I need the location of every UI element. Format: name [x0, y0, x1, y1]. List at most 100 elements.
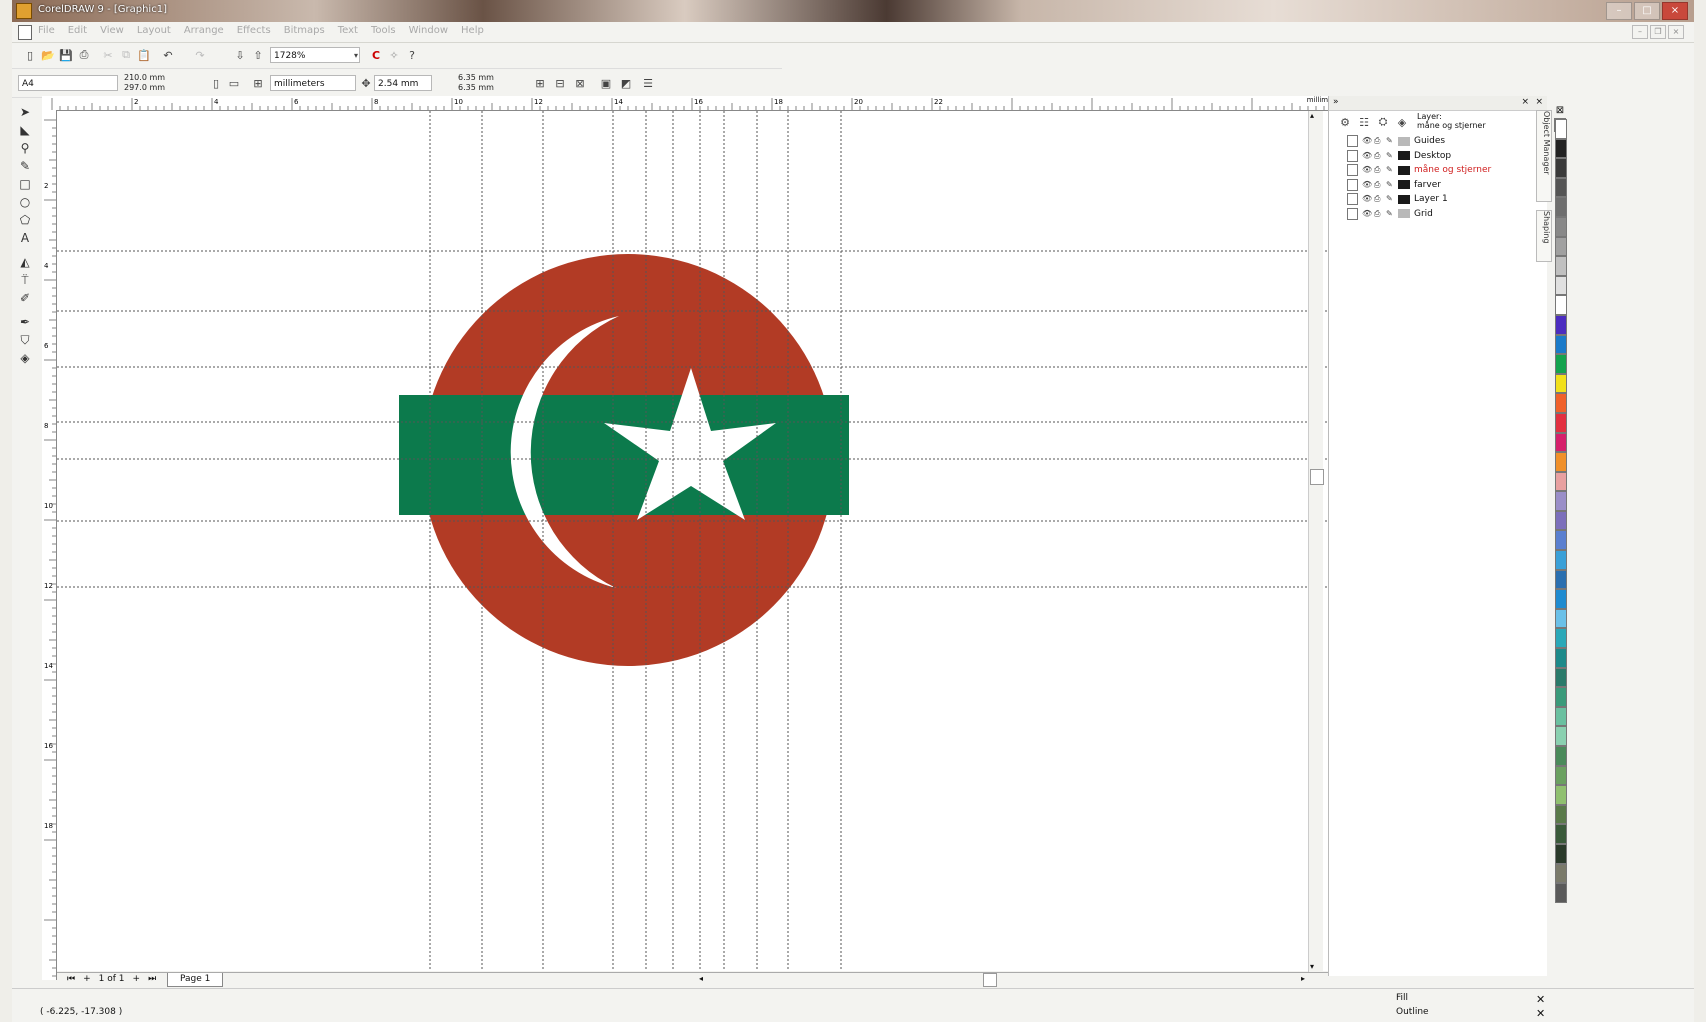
color-swatch[interactable] — [1555, 706, 1567, 727]
color-swatch[interactable] — [1555, 530, 1567, 551]
docker-expand-icon[interactable]: » — [1333, 97, 1339, 107]
color-swatch[interactable] — [1555, 687, 1567, 707]
color-swatch[interactable] — [1555, 119, 1567, 139]
tab-shaping[interactable]: Shaping — [1536, 210, 1552, 262]
menu-layout[interactable]: Layout — [137, 25, 171, 36]
nudge-offset-field[interactable]: 2.54 mm — [374, 75, 432, 91]
layer-manager-view-icon[interactable]: ◈ — [1394, 114, 1410, 130]
color-swatch[interactable] — [1555, 412, 1567, 433]
edit-across-layers-icon[interactable]: ⛭ — [1375, 114, 1391, 130]
horizontal-ruler[interactable]: 2 4 6 8 10 12 14 16 18 20 22 millimeters — [42, 96, 1362, 111]
layer-page-icon[interactable] — [1347, 149, 1358, 162]
color-swatch[interactable] — [1555, 256, 1567, 276]
duplicate-distance-x-field[interactable]: 6.35 mm — [458, 73, 494, 82]
scroll-up-icon[interactable]: ▴ — [1310, 111, 1314, 120]
doc-minimize-button[interactable]: – — [1632, 25, 1648, 39]
print-icon[interactable]: ⎙ — [76, 47, 92, 63]
eye-icon[interactable]: 👁 — [1362, 166, 1372, 174]
horizontal-scrollbar[interactable]: ⏮ + 1 of 1 + ⏭ Page 1 ◂ ▸ — [57, 972, 1442, 987]
docker-close-all-icon[interactable]: × — [1535, 97, 1543, 107]
import-icon[interactable]: ⇩ — [232, 47, 248, 63]
menu-window[interactable]: Window — [409, 25, 448, 36]
color-swatch[interactable] — [1555, 373, 1567, 394]
outline-none-icon[interactable]: ✕ — [1536, 1007, 1545, 1020]
color-swatch[interactable] — [1555, 510, 1567, 531]
layer-page-icon[interactable] — [1347, 193, 1358, 205]
minimize-button[interactable]: – — [1606, 2, 1632, 20]
paint-bucket-icon[interactable]: ◈ — [17, 350, 33, 366]
eye-icon[interactable]: 👁 — [1362, 195, 1372, 203]
paper-type-select[interactable]: A4 — [18, 75, 118, 91]
menu-bitmaps[interactable]: Bitmaps — [284, 25, 325, 36]
color-swatch[interactable] — [1555, 197, 1567, 217]
new-layer-icon[interactable]: ⚙ — [1337, 114, 1353, 130]
color-swatch[interactable] — [1555, 491, 1567, 511]
layer-page-icon[interactable] — [1347, 178, 1358, 191]
eye-icon[interactable]: 👁 — [1362, 151, 1372, 160]
eyedropper-tool-icon[interactable]: ✐ — [17, 290, 33, 306]
pencil-icon[interactable]: ✎ — [1386, 166, 1394, 174]
color-swatch[interactable] — [1555, 275, 1567, 296]
last-page-icon[interactable]: ⏭ — [148, 974, 156, 984]
units-icon[interactable]: ⊞ — [250, 75, 266, 91]
shape-tool-icon[interactable]: ◣ — [17, 122, 33, 138]
color-swatch[interactable] — [1555, 334, 1567, 355]
rectangle-tool-icon[interactable]: □ — [17, 176, 33, 192]
corel-online-icon[interactable]: ✧ — [386, 47, 402, 63]
printer-icon[interactable]: ⎙ — [1374, 209, 1382, 218]
layer-page-icon[interactable] — [1347, 207, 1358, 220]
layer-color-swatch[interactable] — [1398, 209, 1410, 218]
new-icon[interactable]: ▯ — [22, 47, 38, 63]
pencil-icon[interactable]: ✎ — [1386, 195, 1394, 203]
drawing-canvas[interactable] — [57, 111, 1353, 971]
layer-color-swatch[interactable] — [1398, 136, 1410, 146]
undo-icon[interactable]: ↶ — [160, 47, 176, 63]
whats-this-help-icon[interactable]: ? — [404, 47, 420, 63]
color-swatch[interactable] — [1555, 589, 1567, 609]
color-swatch[interactable] — [1555, 471, 1567, 492]
menu-text[interactable]: Text — [338, 25, 358, 36]
zoom-dropdown-icon[interactable]: ▾ — [348, 47, 364, 63]
scroll-left-icon[interactable]: ◂ — [699, 974, 703, 983]
color-swatch[interactable] — [1555, 804, 1567, 825]
zoom-levels-field[interactable]: 1728% — [270, 47, 360, 63]
show-properties-icon[interactable]: ☷ — [1356, 114, 1372, 130]
printer-icon[interactable]: ⎙ — [1374, 151, 1382, 160]
pencil-icon[interactable]: ✎ — [1386, 209, 1394, 218]
printer-icon[interactable]: ⎙ — [1374, 195, 1382, 203]
color-swatch[interactable] — [1555, 158, 1567, 178]
redo-icon[interactable]: ↷ — [192, 47, 208, 63]
no-color-swatch[interactable]: ⊠ — [1554, 104, 1566, 118]
page-tab[interactable]: Page 1 — [167, 973, 224, 987]
printer-icon[interactable]: ⎙ — [1374, 137, 1382, 145]
pencil-icon[interactable]: ✎ — [1386, 180, 1394, 189]
prev-page-icon[interactable]: + — [83, 974, 91, 984]
portrait-icon[interactable]: ▯ — [208, 75, 224, 91]
options-icon[interactable]: ☰ — [640, 75, 656, 91]
layer-row[interactable]: 👁 ⎙ ✎ Desktop — [1347, 149, 1451, 163]
color-swatch[interactable] — [1555, 393, 1567, 413]
layer-row[interactable]: 👁 ⎙ ✎ Guides — [1347, 134, 1445, 148]
eye-icon[interactable]: 👁 — [1362, 137, 1372, 145]
menu-tools[interactable]: Tools — [371, 25, 396, 36]
menu-view[interactable]: View — [100, 25, 124, 36]
interactive-transparency-tool-icon[interactable]: ⍡ — [17, 272, 33, 288]
printer-icon[interactable]: ⎙ — [1374, 166, 1382, 174]
color-swatch[interactable] — [1555, 177, 1567, 198]
color-swatch[interactable] — [1555, 883, 1567, 903]
pencil-icon[interactable]: ✎ — [1386, 151, 1394, 160]
color-swatch[interactable] — [1555, 354, 1567, 374]
menu-arrange[interactable]: Arrange — [184, 25, 224, 36]
text-tool-icon[interactable]: A — [17, 230, 33, 246]
color-swatch[interactable] — [1555, 138, 1567, 159]
color-swatch[interactable] — [1555, 452, 1567, 472]
paste-icon[interactable]: 📋 — [136, 47, 152, 63]
color-swatch[interactable] — [1555, 824, 1567, 844]
paper-height-field[interactable]: 297.0 mm — [124, 83, 165, 92]
color-swatch[interactable] — [1555, 216, 1567, 237]
color-swatch[interactable] — [1555, 667, 1567, 688]
menu-file[interactable]: File — [38, 25, 55, 36]
color-swatch[interactable] — [1555, 608, 1567, 629]
layer-page-icon[interactable] — [1347, 164, 1358, 176]
vertical-scroll-thumb[interactable] — [1310, 469, 1324, 485]
